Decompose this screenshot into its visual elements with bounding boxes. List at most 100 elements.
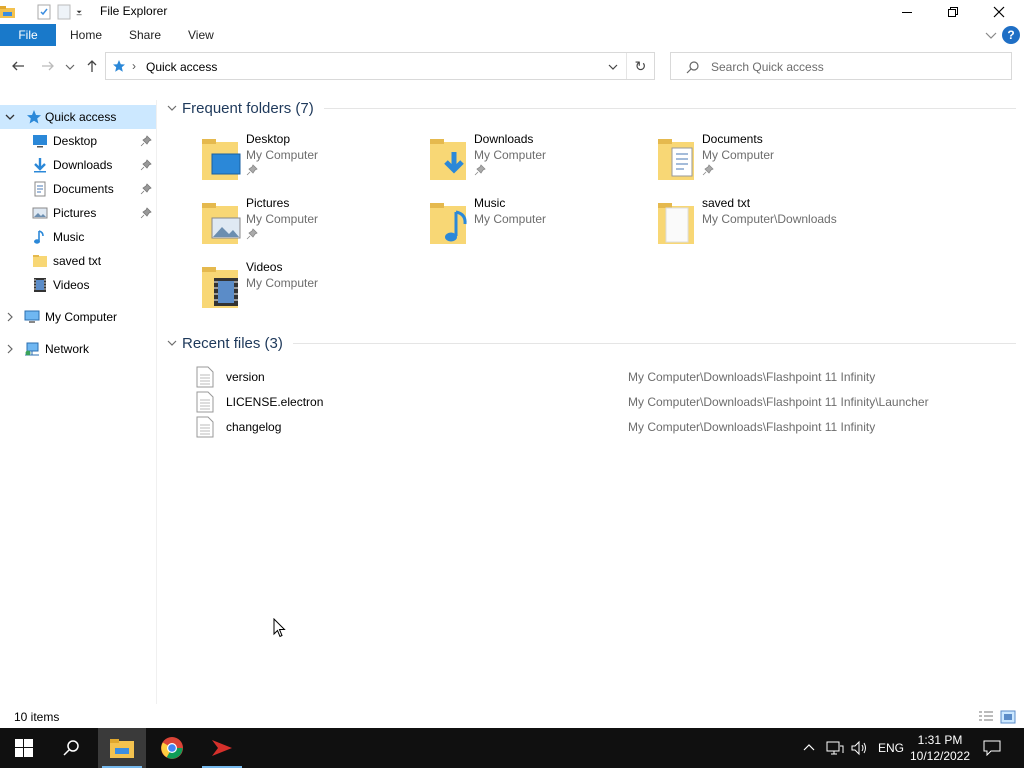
folder-tile-documents[interactable]: Documents My Computer	[656, 132, 876, 192]
search-box[interactable]: Search Quick access	[670, 52, 1012, 80]
videos-icon	[34, 278, 46, 292]
folder-location: My Computer\Downloads	[702, 212, 837, 226]
folder-tile-videos[interactable]: Videos My Computer	[200, 260, 420, 320]
recent-files-title: Recent files (3)	[182, 334, 283, 352]
address-dropdown-chevron-icon[interactable]	[606, 60, 620, 74]
up-arrow-icon[interactable]	[84, 58, 100, 74]
music-folder-icon	[430, 203, 467, 244]
folder-name: Videos	[246, 260, 283, 274]
properties-icon[interactable]	[36, 4, 52, 20]
breadcrumb-quick-access[interactable]: Quick access	[146, 60, 217, 74]
refresh-button[interactable]: ↻	[626, 53, 654, 79]
pin-icon[interactable]	[140, 183, 152, 195]
documents-icon	[34, 181, 46, 197]
restore-button[interactable]	[930, 0, 976, 24]
recent-file-row[interactable]: changelog My Computer\Downloads\Flashpoi…	[196, 415, 1016, 439]
tab-view[interactable]: View	[188, 24, 214, 46]
search-icon	[63, 740, 79, 756]
nav-quick-access[interactable]: Quick access	[0, 105, 156, 129]
back-arrow-icon[interactable]	[10, 58, 26, 74]
collapse-chevron-icon[interactable]	[166, 102, 178, 114]
collapse-chevron-icon[interactable]	[4, 111, 16, 123]
pin-icon[interactable]	[140, 159, 152, 171]
desktop-icon	[33, 135, 47, 148]
pin-icon	[246, 164, 258, 176]
videos-folder-icon	[202, 267, 238, 308]
details-view-icon[interactable]	[978, 710, 994, 724]
breadcrumb-separator: ›	[132, 59, 136, 73]
taskbar-search-button[interactable]	[48, 728, 96, 768]
volume-icon[interactable]	[850, 740, 868, 756]
nav-item-videos[interactable]: Videos	[0, 273, 156, 297]
nav-network[interactable]: Network	[0, 337, 156, 361]
folder-tile-desktop[interactable]: Desktop My Computer	[200, 132, 420, 192]
frequent-folders-header[interactable]: Frequent folders (7)	[164, 96, 1016, 120]
minimize-button[interactable]	[884, 0, 930, 24]
expand-chevron-icon[interactable]	[4, 343, 16, 355]
expand-chevron-icon[interactable]	[4, 311, 16, 323]
folder-location: My Computer	[702, 148, 775, 162]
help-icon[interactable]: ?	[1002, 26, 1020, 44]
action-center-button[interactable]	[968, 728, 1016, 768]
refresh-icon: ↻	[634, 57, 647, 74]
folder-name: Pictures	[246, 196, 290, 210]
folder-tile-music[interactable]: Music My Computer	[428, 196, 648, 256]
network-status-icon[interactable]	[826, 740, 844, 756]
tab-share[interactable]: Share	[129, 24, 161, 46]
start-button[interactable]	[0, 728, 48, 768]
taskbar-file-explorer[interactable]	[98, 728, 146, 768]
address-field[interactable]: › Quick access ↻	[105, 52, 655, 80]
file-icon	[196, 366, 214, 388]
folder-tile-pictures[interactable]: Pictures My Computer	[200, 196, 420, 256]
folder-icon	[658, 203, 694, 244]
group-divider	[323, 107, 1016, 109]
pin-icon[interactable]	[140, 207, 152, 219]
recent-file-row[interactable]: version My Computer\Downloads\Flashpoint…	[196, 365, 1016, 389]
pin-icon[interactable]	[140, 135, 152, 147]
folder-location: My Computer	[246, 148, 319, 162]
expand-ribbon-chevron-icon[interactable]	[984, 28, 998, 42]
customize-toolbar-chevron-icon[interactable]	[76, 4, 86, 20]
recent-file-row[interactable]: LICENSE.electron My Computer\Downloads\F…	[196, 390, 1016, 414]
group-divider	[292, 342, 1016, 344]
file-name: version	[226, 370, 265, 384]
show-hidden-icons-chevron-icon[interactable]	[802, 741, 816, 755]
file-path: My Computer\Downloads\Flashpoint 11 Infi…	[628, 370, 876, 384]
computer-icon	[24, 310, 40, 323]
tab-home[interactable]: Home	[70, 24, 102, 46]
item-count: 10 items	[14, 710, 60, 724]
system-tray: ENG	[802, 728, 904, 768]
nav-item-label: Desktop	[53, 134, 98, 148]
recent-files-header[interactable]: Recent files (3)	[164, 331, 1016, 355]
close-icon	[993, 6, 1005, 18]
nav-item-downloads[interactable]: Downloads	[0, 153, 156, 177]
forward-arrow-icon[interactable]	[40, 58, 56, 74]
flashpoint-icon	[212, 740, 232, 756]
nav-item-music[interactable]: Music	[0, 225, 156, 249]
ribbon-tabs: File Home Share View ?	[0, 24, 1024, 46]
downloads-folder-icon	[430, 139, 466, 180]
close-button[interactable]	[976, 0, 1022, 24]
nav-item-saved-txt[interactable]: saved txt	[0, 249, 156, 273]
folder-tile-downloads[interactable]: Downloads My Computer	[428, 132, 648, 192]
nav-item-documents[interactable]: Documents	[0, 177, 156, 201]
taskbar-flashpoint[interactable]	[198, 728, 246, 768]
nav-my-computer-label: My Computer	[45, 310, 118, 324]
large-icons-view-icon[interactable]	[1000, 710, 1016, 724]
nav-my-computer[interactable]: My Computer	[0, 305, 156, 329]
pin-icon	[246, 228, 258, 240]
folder-location: My Computer	[246, 276, 319, 290]
nav-item-desktop[interactable]: Desktop	[0, 129, 156, 153]
new-folder-icon[interactable]	[56, 4, 72, 20]
minimize-icon	[902, 12, 912, 13]
pin-icon	[702, 164, 714, 176]
nav-item-pictures[interactable]: Pictures	[0, 201, 156, 225]
tab-file[interactable]: File	[0, 24, 56, 46]
network-icon	[25, 342, 39, 356]
folder-tile-saved-txt[interactable]: saved txt My Computer\Downloads	[656, 196, 876, 256]
collapse-chevron-icon[interactable]	[166, 337, 178, 349]
taskbar-chrome[interactable]	[148, 728, 196, 768]
recent-locations-chevron-icon[interactable]	[64, 58, 76, 74]
search-icon	[686, 61, 699, 74]
file-path: My Computer\Downloads\Flashpoint 11 Infi…	[628, 420, 876, 434]
